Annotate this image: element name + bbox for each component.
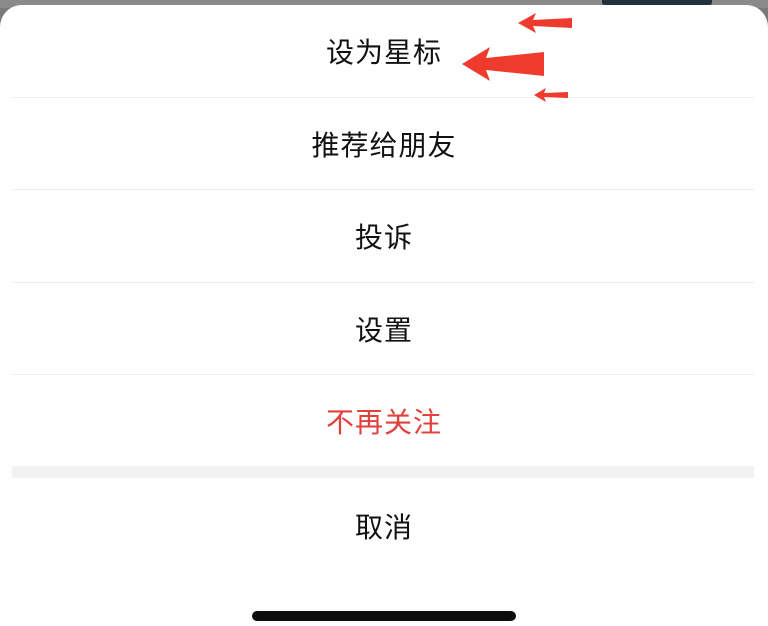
- settings-option[interactable]: 设置: [12, 283, 756, 375]
- unfollow-option[interactable]: 不再关注: [12, 375, 756, 467]
- set-star-label: 设为星标: [325, 36, 442, 69]
- set-star-option[interactable]: 设为星标: [12, 5, 756, 97]
- cancel-label: 取消: [354, 511, 413, 544]
- annotation-arrow-icon: [518, 13, 572, 33]
- cancel-button[interactable]: 取消: [12, 480, 756, 572]
- settings-label: 设置: [354, 314, 413, 347]
- unfollow-label: 不再关注: [325, 406, 442, 439]
- annotation-arrow-icon: [534, 88, 568, 102]
- annotation-arrow-icon: [462, 47, 544, 81]
- recommend-to-friend-option[interactable]: 推荐给朋友: [12, 98, 756, 190]
- section-gap: [12, 466, 754, 478]
- recommend-to-friend-label: 推荐给朋友: [311, 129, 457, 162]
- report-label: 投诉: [354, 221, 413, 254]
- home-indicator: [252, 611, 516, 621]
- report-option[interactable]: 投诉: [12, 190, 756, 282]
